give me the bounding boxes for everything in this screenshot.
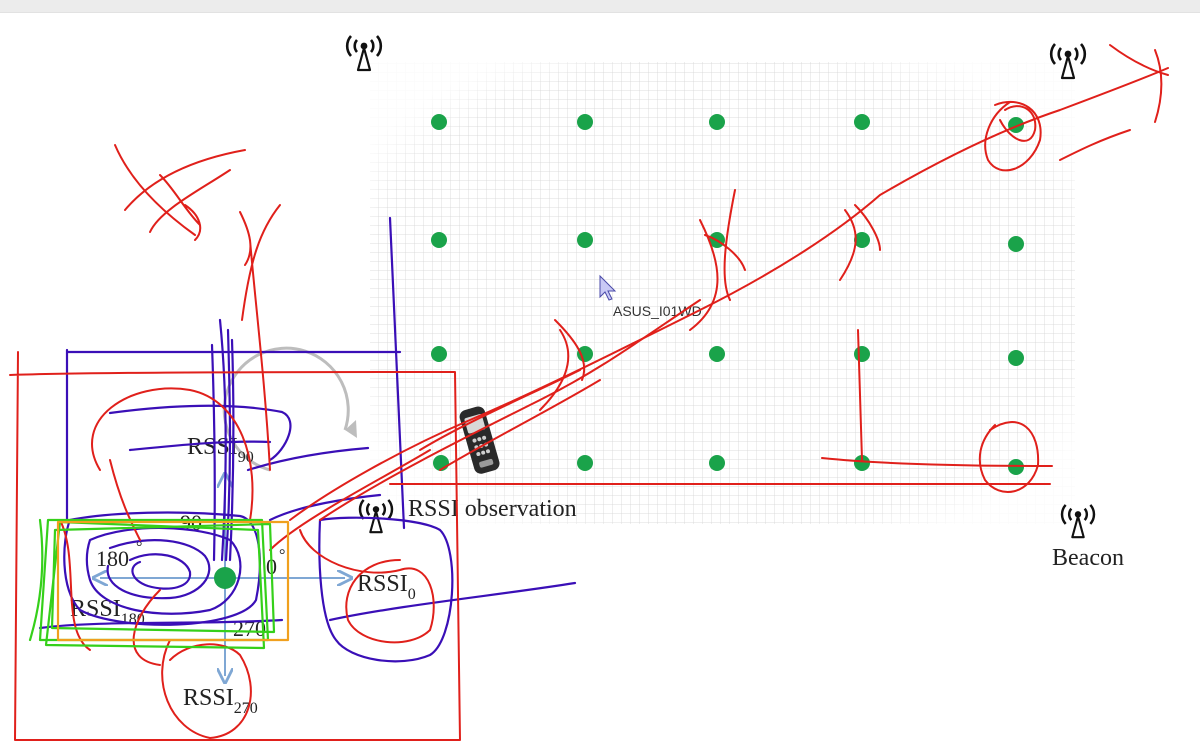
- grid-point: [1008, 236, 1024, 252]
- grid-point: [854, 114, 870, 130]
- grid-point: [854, 346, 870, 362]
- rssi-0-label: RSSI0: [357, 571, 416, 603]
- grid-point: [1008, 350, 1024, 366]
- grid-point: [709, 114, 725, 130]
- grid-point: [431, 114, 447, 130]
- grid-point: [431, 232, 447, 248]
- grid-point: [709, 455, 725, 471]
- rssi-observation-label: RSSI observation: [408, 496, 577, 522]
- grid-point: [709, 346, 725, 362]
- grid-point: [577, 455, 593, 471]
- beacon-label: Beacon: [1052, 545, 1124, 571]
- angle-180-label: 180: [96, 546, 129, 571]
- angle-270-label: 270: [233, 616, 266, 641]
- diagram-canvas: Beacon RSSI observation ASUS_I01WD RSSI9…: [9, 34, 1169, 741]
- degree-symbol: °: [279, 547, 285, 564]
- grid-point: [431, 346, 447, 362]
- grid-point: [577, 114, 593, 130]
- grid-point: [1008, 459, 1024, 475]
- grid-point: [577, 346, 593, 362]
- grid-point: [577, 232, 593, 248]
